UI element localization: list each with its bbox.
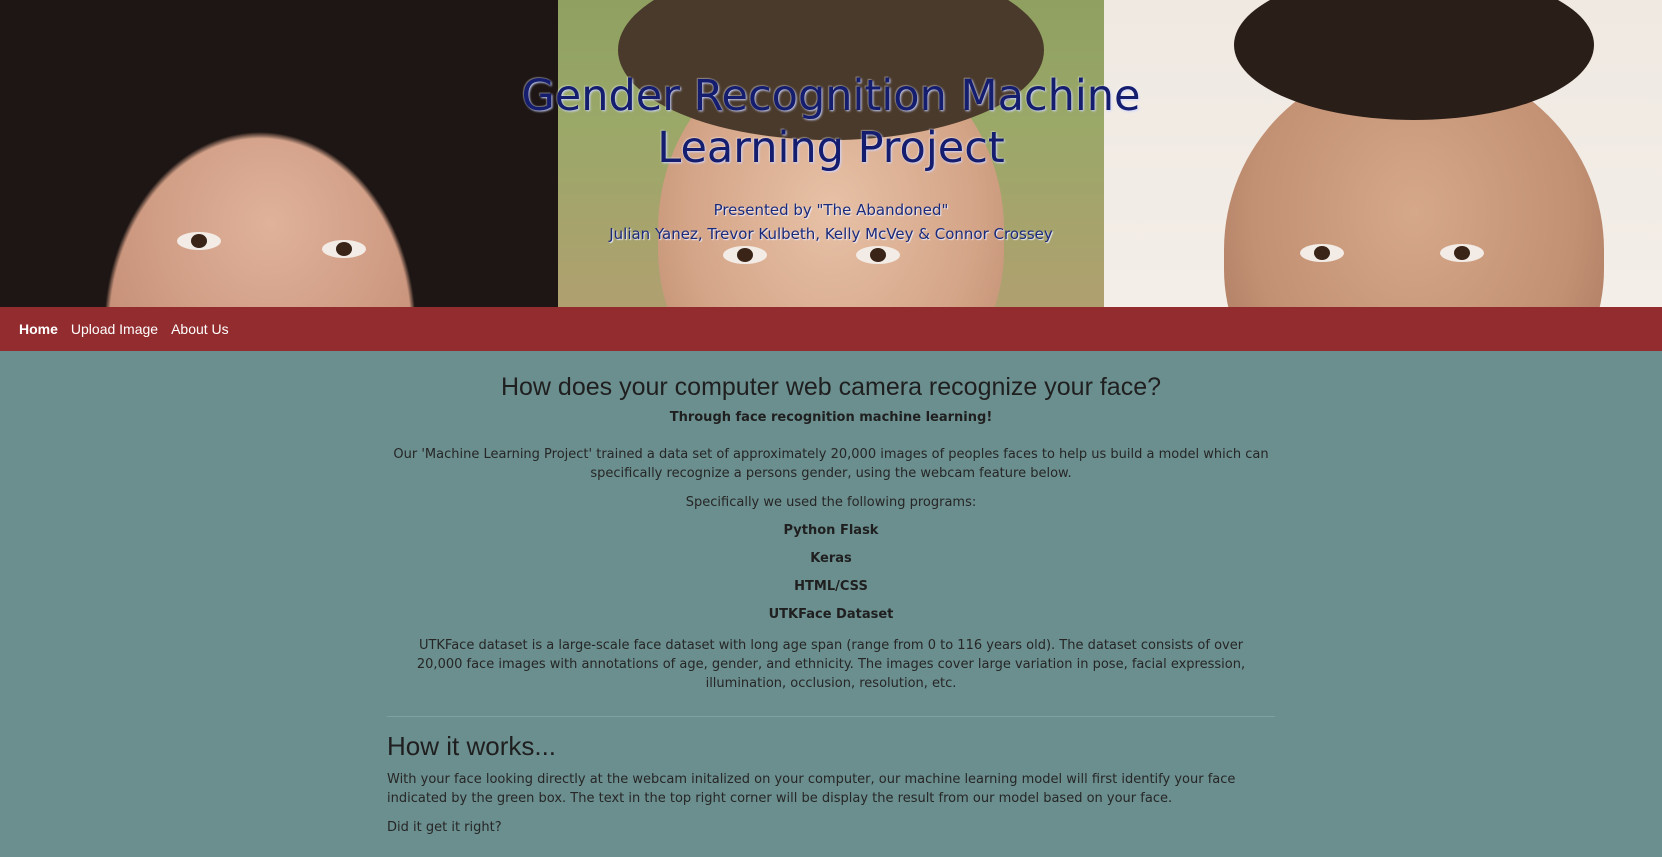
how-it-works-heading: How it works... bbox=[387, 731, 557, 761]
eye-shape bbox=[1300, 244, 1344, 262]
project-description: Our 'Machine Learning Project' trained a… bbox=[393, 447, 1269, 481]
navbar: Home Upload Image About Us bbox=[0, 307, 1662, 351]
divider bbox=[387, 716, 1275, 717]
authors: Julian Yanez, Trevor Kulbeth, Kelly McVe… bbox=[609, 225, 1053, 243]
eye-shape bbox=[1440, 244, 1484, 262]
program-item: Python Flask bbox=[783, 523, 879, 538]
nav-upload-image[interactable]: Upload Image bbox=[71, 321, 158, 337]
program-item: Keras bbox=[810, 551, 852, 566]
how-it-works-text: With your face looking directly at the w… bbox=[387, 772, 1236, 806]
section-heading: How does your computer web camera recogn… bbox=[500, 373, 1162, 401]
programs-intro: Specifically we used the following progr… bbox=[685, 495, 977, 510]
program-item: UTKFace Dataset bbox=[768, 607, 894, 622]
how-it-works-section: How it works... With your face looking d… bbox=[387, 731, 1275, 835]
hero-subtitle: Presented by "The Abandoned" Julian Yane… bbox=[0, 198, 1662, 246]
presented-by: Presented by "The Abandoned" bbox=[713, 201, 949, 219]
lead-text: Through face recognition machine learnin… bbox=[669, 410, 993, 425]
hero-text: Gender Recognition Machine Learning Proj… bbox=[0, 0, 1662, 246]
nav-about-us[interactable]: About Us bbox=[171, 321, 229, 337]
main-content: How does your computer web camera recogn… bbox=[387, 373, 1275, 835]
utkface-description: UTKFace dataset is a large-scale face da… bbox=[416, 638, 1246, 691]
nav-home[interactable]: Home bbox=[19, 321, 58, 337]
did-it-get-it-right: Did it get it right? bbox=[387, 820, 502, 835]
page-title: Gender Recognition Machine Learning Proj… bbox=[521, 71, 1141, 173]
eye-shape bbox=[856, 246, 900, 264]
program-item: HTML/CSS bbox=[794, 579, 868, 594]
eye-shape bbox=[723, 246, 767, 264]
hero-banner: Gender Recognition Machine Learning Proj… bbox=[0, 0, 1662, 307]
